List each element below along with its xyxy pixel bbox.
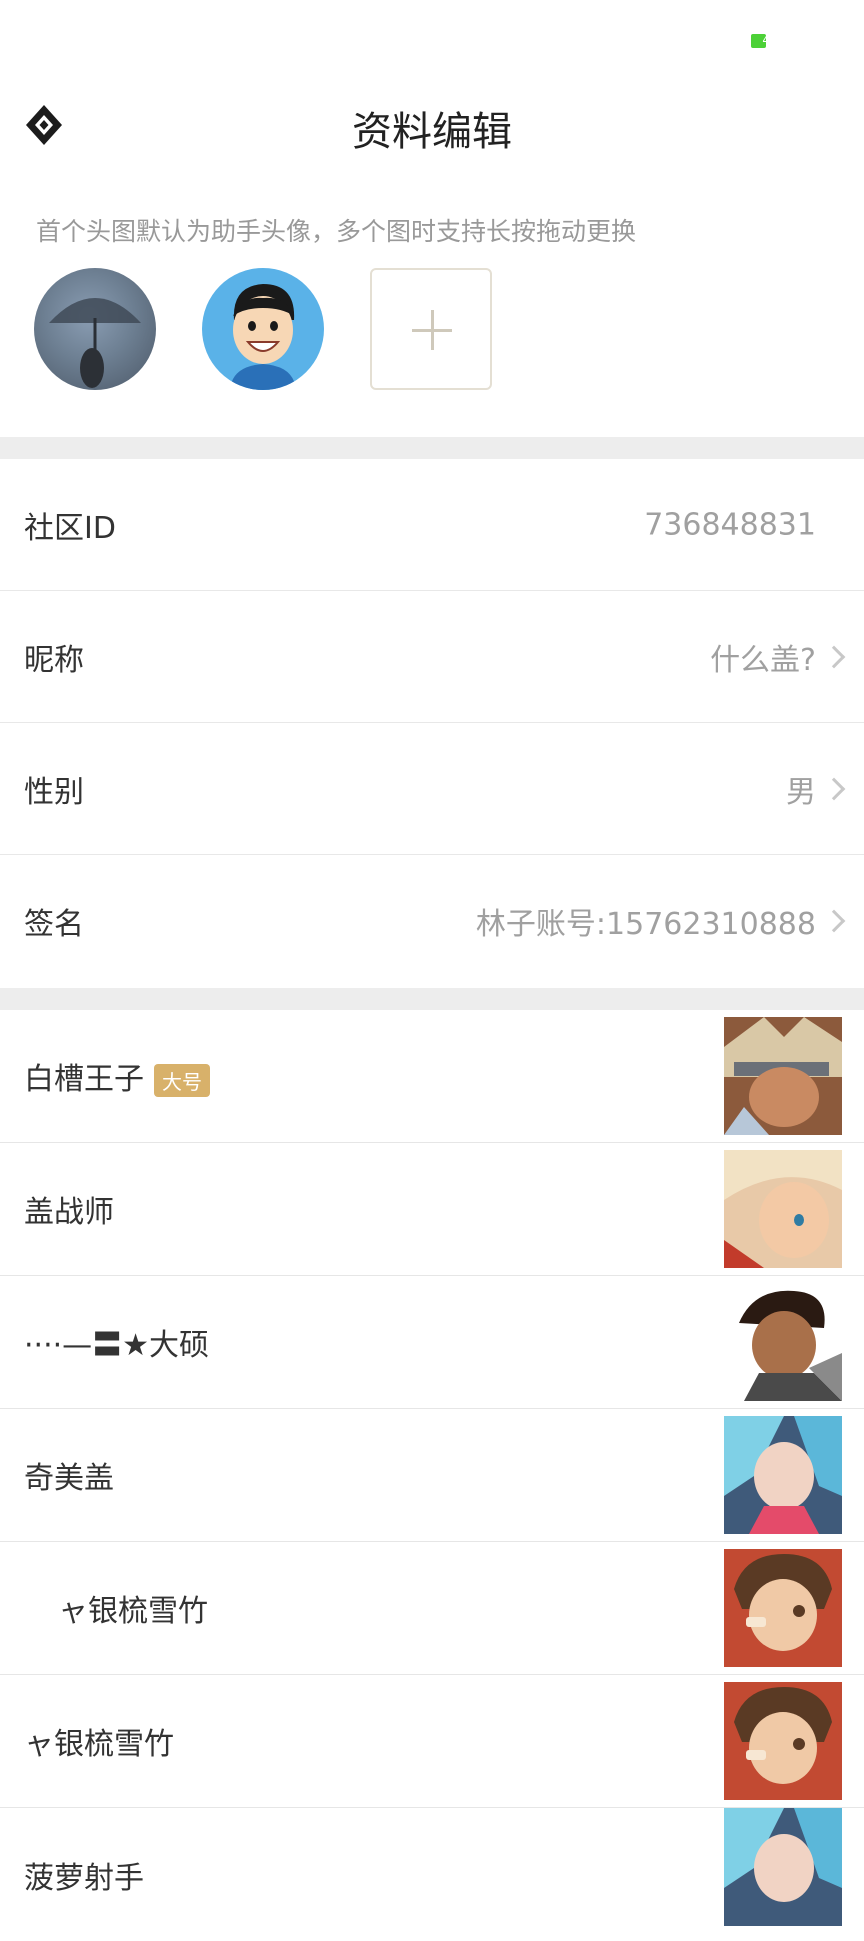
character-row[interactable]: ャ银梳雪竹: [0, 1675, 864, 1808]
gender-value: 男: [786, 774, 816, 810]
row-gender[interactable]: 性别 男: [0, 723, 864, 855]
character-row[interactable]: 奇美盖: [0, 1409, 864, 1542]
nickname-label: 昵称: [24, 642, 84, 678]
gender-label: 性别: [24, 774, 84, 810]
character-portrait: [724, 1808, 842, 1926]
character-portrait: [724, 1682, 842, 1800]
character-name: ャ银梳雪竹: [24, 1727, 174, 1762]
character-row[interactable]: ャ银梳雪竹: [0, 1542, 864, 1675]
character-name: 白槽王子 大号: [24, 1054, 210, 1098]
character-name: 菠萝射手: [24, 1860, 144, 1896]
character-portrait: [724, 1549, 842, 1667]
character-portrait: [724, 1283, 842, 1401]
chevron-right-icon: [822, 777, 846, 800]
row-nickname[interactable]: 昵称 什么盖?: [0, 591, 864, 723]
section-divider: [0, 437, 864, 459]
character-row[interactable]: ····—〓★大硕: [0, 1276, 864, 1409]
add-photo-button[interactable]: [370, 268, 492, 390]
cartoon-boy-face-icon: [230, 284, 296, 390]
avatar-cartoon-boy[interactable]: [202, 268, 324, 390]
character-portrait: [724, 1150, 842, 1268]
chevron-right-icon: [822, 645, 846, 668]
character-name: ····—〓★大硕: [24, 1328, 210, 1363]
character-portrait: [724, 1416, 842, 1534]
character-portrait: [724, 1017, 842, 1135]
signature-label: 签名: [24, 907, 84, 942]
battery-level: 4: [762, 33, 770, 47]
character-name: 奇美盖: [24, 1461, 114, 1496]
status-bar: 4: [0, 0, 864, 72]
character-row[interactable]: 菠萝射手: [0, 1808, 864, 1941]
community-id-value: 736848831: [644, 507, 816, 542]
avatar-umbrella[interactable]: [34, 268, 156, 390]
row-signature[interactable]: 签名 林子账号:15762310888: [0, 855, 864, 987]
character-name: ャ银梳雪竹: [58, 1594, 208, 1629]
character-row[interactable]: 白槽王子 大号: [0, 1010, 864, 1143]
section-divider: [0, 988, 864, 1010]
chevron-right-icon: [822, 909, 846, 933]
main-account-badge: 大号: [154, 1064, 210, 1097]
character-row[interactable]: 盖战师: [0, 1143, 864, 1276]
character-name-text: 白槽王子: [24, 1062, 144, 1097]
battery-icon: 4: [751, 33, 770, 48]
character-name: 盖战师: [24, 1195, 114, 1230]
umbrella-photo-icon: [49, 298, 141, 388]
nickname-value: 什么盖?: [710, 642, 816, 678]
community-id-label: 社区ID: [24, 510, 116, 546]
row-community-id: 社区ID 736848831: [0, 459, 864, 591]
signature-value: 林子账号:15762310888: [475, 907, 816, 942]
avatar-hint: 首个头图默认为助手头像，多个图时支持长按拖动更换: [36, 217, 637, 246]
page-title: 资料编辑: [352, 109, 512, 155]
